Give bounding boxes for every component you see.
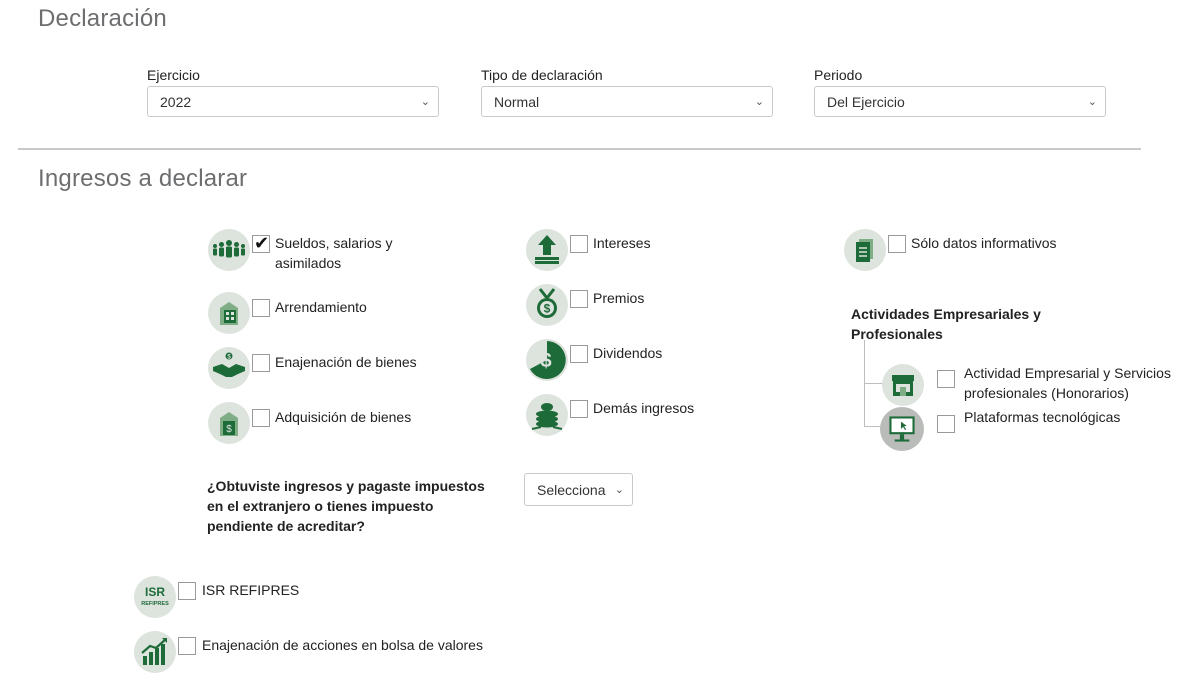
building-icon <box>208 292 250 334</box>
svg-text:$: $ <box>226 424 232 435</box>
storefront-icon <box>882 364 924 406</box>
actividad-empresarial-line2: profesionales (Honorarios) <box>964 385 1129 401</box>
demas-ingresos-checkbox[interactable] <box>570 400 588 418</box>
coins-icon <box>526 394 568 436</box>
plataformas-checkbox[interactable] <box>937 415 955 433</box>
actividad-empresarial-label: Actividad Empresarial y Servicios profes… <box>964 363 1171 403</box>
premios-label: Premios <box>593 290 645 306</box>
people-icon <box>208 229 250 271</box>
extranjero-question: ¿Obtuviste ingresos y pagaste impuestos … <box>207 476 485 536</box>
chevron-down-icon: ⌄ <box>420 96 430 108</box>
monitor-cursor-icon <box>880 407 924 451</box>
declaracion-title: Declaración <box>38 5 167 32</box>
adquisicion-bienes-checkbox[interactable] <box>252 409 270 427</box>
periodo-label: Periodo <box>814 67 863 83</box>
intereses-checkbox[interactable] <box>570 235 588 253</box>
actividades-title: Actividades Empresariales y Profesionale… <box>851 304 1041 344</box>
refipres-icon-text: REFIPRES <box>141 601 169 607</box>
sueldos-label: Sueldos, salarios y asimilados <box>275 233 393 273</box>
chevron-down-icon: ⌄ <box>614 484 624 496</box>
arrendamiento-checkbox[interactable] <box>252 299 270 317</box>
svg-text:$: $ <box>544 302 551 316</box>
handshake-money-icon: $ <box>208 347 250 389</box>
dollar-pie-icon: $ <box>526 339 568 381</box>
money-arrow-up-icon <box>526 229 568 271</box>
growth-chart-icon <box>134 631 176 673</box>
chevron-down-icon: ⌄ <box>754 96 764 108</box>
actividad-empresarial-line1: Actividad Empresarial y Servicios <box>964 365 1171 381</box>
tree-connector-branch-1 <box>864 383 884 384</box>
actividades-title-line1: Actividades Empresariales y <box>851 306 1041 322</box>
medal-dollar-icon: $ <box>526 284 568 326</box>
isr-refipres-icon: ISR REFIPRES <box>134 576 176 618</box>
periodo-select[interactable]: Del Ejercicio ⌄ <box>814 86 1106 117</box>
extranjero-question-line3: pendiente de acreditar? <box>207 518 365 534</box>
premios-checkbox[interactable] <box>570 290 588 308</box>
checkmark-icon: ✔ <box>254 233 270 253</box>
chevron-down-icon: ⌄ <box>1087 96 1097 108</box>
adquisicion-bienes-label: Adquisición de bienes <box>275 409 412 425</box>
ejercicio-label: Ejercicio <box>147 67 200 83</box>
dividendos-checkbox[interactable] <box>570 345 588 363</box>
svg-text:$: $ <box>540 350 551 372</box>
intereses-label: Intereses <box>593 235 651 251</box>
sueldos-checkbox[interactable]: ✔ <box>252 233 270 253</box>
sueldos-label-line2: asimilados <box>275 255 342 271</box>
periodo-value: Del Ejercicio <box>827 94 905 110</box>
extranjero-select-value: Selecciona <box>537 482 606 498</box>
plataformas-label: Plataformas tecnológicas <box>964 409 1121 425</box>
sueldos-label-line1: Sueldos, salarios y <box>275 235 393 251</box>
tipo-declaracion-select[interactable]: Normal ⌄ <box>481 86 773 117</box>
enajenacion-bienes-checkbox[interactable] <box>252 354 270 372</box>
document-icon <box>844 229 886 271</box>
isr-icon-text: ISR <box>145 585 165 599</box>
dividendos-label: Dividendos <box>593 345 663 361</box>
extranjero-question-line1: ¿Obtuviste ingresos y pagaste impuestos <box>207 478 485 494</box>
tipo-declaracion-value: Normal <box>494 94 540 110</box>
solo-datos-checkbox[interactable] <box>888 235 906 253</box>
extranjero-question-line2: en el extranjero o tienes impuesto <box>207 498 434 514</box>
actividad-empresarial-checkbox[interactable] <box>937 370 955 388</box>
tipo-declaracion-label: Tipo de declaración <box>481 67 603 83</box>
demas-ingresos-label: Demás ingresos <box>593 400 695 416</box>
isr-refipres-checkbox[interactable] <box>178 582 196 600</box>
ingresos-title: Ingresos a declarar <box>38 165 248 192</box>
enajenacion-acciones-checkbox[interactable] <box>178 637 196 655</box>
solo-datos-label: Sólo datos informativos <box>911 235 1057 251</box>
enajenacion-bienes-label: Enajenación de bienes <box>275 354 417 370</box>
arrendamiento-label: Arrendamiento <box>275 299 367 315</box>
ejercicio-value: 2022 <box>160 94 192 110</box>
enajenacion-acciones-label: Enajenación de acciones en bolsa de valo… <box>202 637 483 653</box>
isr-refipres-label: ISR REFIPRES <box>202 582 300 598</box>
extranjero-select[interactable]: Selecciona ⌄ <box>524 473 633 506</box>
house-money-icon: $ <box>208 402 250 444</box>
section-divider <box>18 148 1141 150</box>
ejercicio-select[interactable]: 2022 ⌄ <box>147 86 439 117</box>
